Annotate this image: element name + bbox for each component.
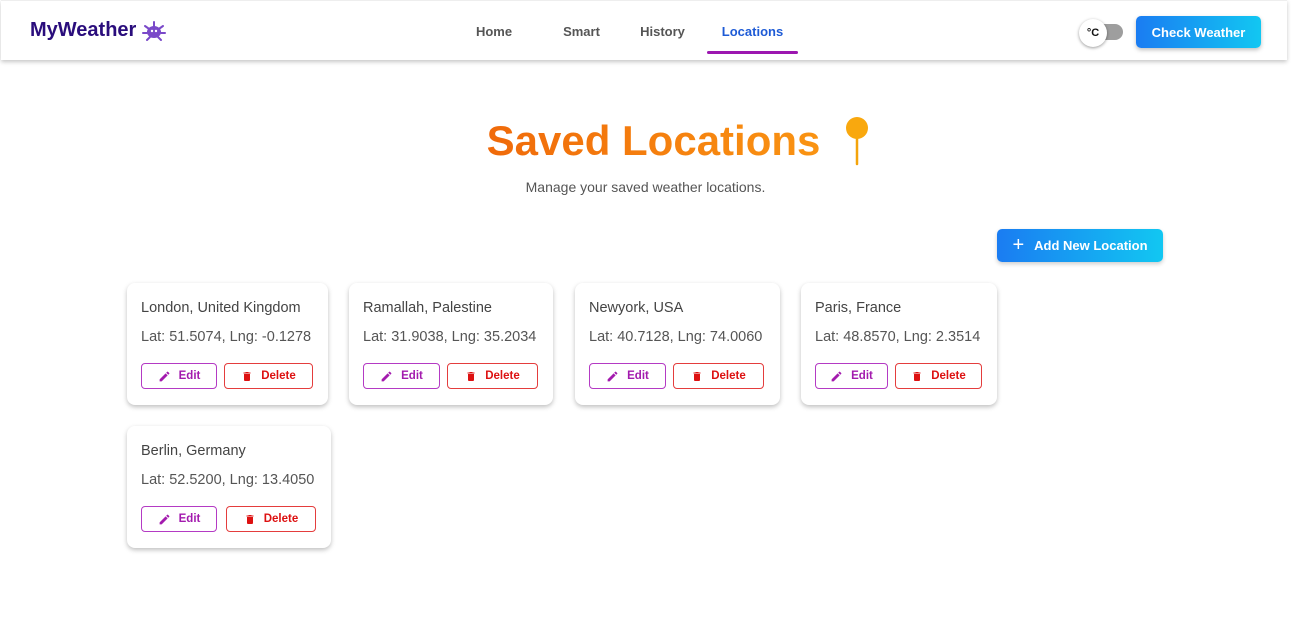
delete-label: Delete	[485, 370, 520, 382]
delete-button[interactable]: Delete	[895, 363, 982, 389]
pencil-icon	[607, 371, 618, 381]
map-pin-icon	[844, 116, 870, 166]
page-title-text: Saved Locations	[486, 117, 821, 164]
card-actions: Edit Delete	[363, 363, 538, 389]
card-actions: Edit Delete	[815, 363, 982, 389]
pencil-icon	[159, 514, 170, 524]
trash-icon	[913, 371, 921, 381]
delete-button[interactable]: Delete	[447, 363, 538, 389]
edit-button[interactable]: Edit	[141, 506, 217, 532]
delete-label: Delete	[263, 513, 299, 525]
location-name: London, United Kingdom	[141, 300, 301, 316]
brand-name: MyWeather	[30, 19, 137, 41]
delete-button[interactable]: Delete	[226, 506, 316, 532]
card-actions: Edit Delete	[141, 506, 316, 532]
trash-icon	[693, 371, 701, 381]
pencil-icon	[831, 371, 842, 381]
edit-label: Edit	[851, 370, 873, 382]
location-card: London, United Kingdom Lat: 51.5074, Lng…	[127, 283, 328, 405]
edit-label: Edit	[401, 370, 423, 382]
nav-history[interactable]: History	[622, 1, 703, 61]
trash-icon	[467, 371, 475, 381]
card-actions: Edit Delete	[589, 363, 764, 389]
add-new-location-button[interactable]: + Add New Location	[997, 229, 1163, 262]
edit-label: Edit	[178, 513, 201, 525]
edit-label: Edit	[178, 370, 201, 382]
location-coords: Lat: 48.8570, Lng: 2.3514	[815, 329, 981, 345]
nav-locations[interactable]: Locations	[707, 1, 798, 61]
edit-button[interactable]: Edit	[815, 363, 888, 389]
delete-button[interactable]: Delete	[224, 363, 313, 389]
edit-button[interactable]: Edit	[589, 363, 666, 389]
app-header: MyWeather Home Smart History Locations °…	[1, 0, 1287, 60]
toggle-knob: °C	[1079, 19, 1107, 47]
location-name: Newyork, USA	[589, 300, 684, 316]
trash-icon	[246, 514, 254, 524]
unit-toggle[interactable]: °C	[1079, 19, 1123, 47]
location-card: Newyork, USA Lat: 40.7128, Lng: 74.0060 …	[575, 283, 780, 405]
check-weather-button[interactable]: Check Weather	[1136, 16, 1261, 48]
location-name: Ramallah, Palestine	[363, 300, 492, 316]
page-title: Saved Locations	[487, 116, 871, 166]
pencil-icon	[381, 371, 392, 381]
page-subtitle: Manage your saved weather locations.	[525, 179, 766, 195]
delete-label: Delete	[261, 370, 296, 382]
plus-icon: +	[1012, 233, 1025, 256]
add-new-location-label: Add New Location	[1034, 238, 1148, 253]
location-coords: Lat: 31.9038, Lng: 35.2034	[363, 329, 537, 345]
location-name: Berlin, Germany	[141, 443, 246, 459]
location-coords: Lat: 51.5074, Lng: -0.1278	[141, 329, 312, 345]
pencil-icon	[159, 371, 170, 381]
trash-icon	[243, 371, 251, 381]
title-section: Saved Locations	[0, 116, 1291, 166]
edit-button[interactable]: Edit	[363, 363, 440, 389]
location-card: Paris, France Lat: 48.8570, Lng: 2.3514 …	[801, 283, 997, 405]
nav-home[interactable]: Home	[461, 1, 527, 61]
edit-label: Edit	[627, 370, 649, 382]
location-name: Paris, France	[815, 300, 902, 316]
location-coords: Lat: 40.7128, Lng: 74.0060	[589, 329, 763, 345]
main-nav: Home Smart History Locations	[461, 1, 798, 61]
nav-smart[interactable]: Smart	[541, 1, 622, 61]
weather-mascot-icon	[142, 20, 167, 42]
location-card: Berlin, Germany Lat: 52.5200, Lng: 13.40…	[127, 426, 331, 548]
card-actions: Edit Delete	[141, 363, 313, 389]
location-card: Ramallah, Palestine Lat: 31.9038, Lng: 3…	[349, 283, 553, 405]
delete-label: Delete	[931, 370, 966, 382]
edit-button[interactable]: Edit	[141, 363, 217, 389]
location-coords: Lat: 52.5200, Lng: 13.4050	[141, 472, 315, 488]
delete-label: Delete	[711, 370, 746, 382]
brand-logo[interactable]: MyWeather	[30, 19, 167, 42]
delete-button[interactable]: Delete	[673, 363, 764, 389]
